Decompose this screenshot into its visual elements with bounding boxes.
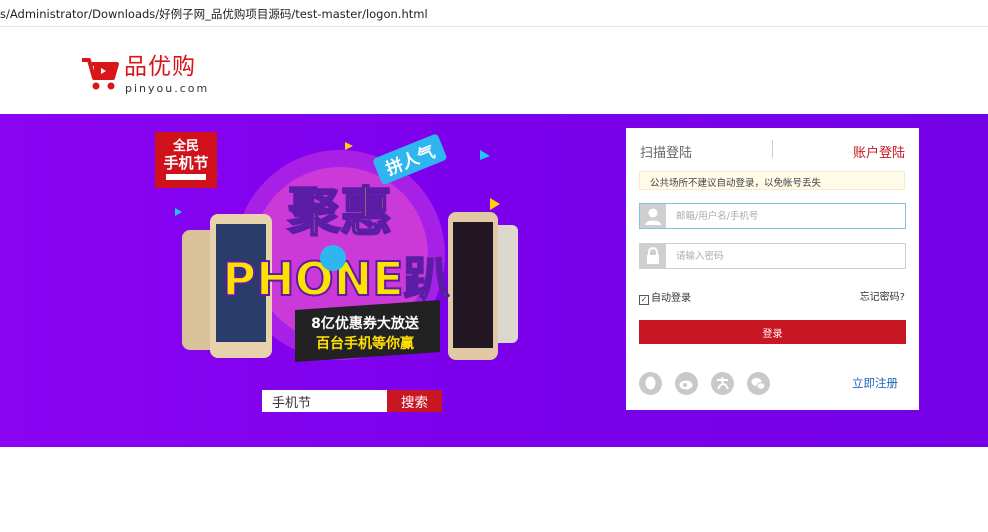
password-input[interactable] — [670, 244, 906, 268]
promo-badge-1: 全民 — [172, 138, 199, 154]
promo-badge-2: 手机节 — [163, 154, 208, 172]
tab-divider — [772, 140, 773, 158]
tab-scan-login[interactable]: 扫描登陆 — [640, 142, 692, 161]
login-button[interactable]: 登录 — [639, 320, 906, 344]
cart-icon — [82, 58, 119, 90]
auto-login[interactable]: ✓ 自动登录 — [639, 289, 691, 305]
user-icon — [640, 204, 666, 228]
username-input[interactable] — [670, 204, 906, 228]
lock-icon — [640, 244, 666, 268]
logo-domain: pinyou.com — [125, 82, 210, 95]
username-field — [639, 203, 906, 229]
weibo-icon[interactable] — [675, 372, 698, 395]
search-button[interactable]: 搜索 — [387, 390, 442, 412]
logo-name: 品优购 — [124, 54, 196, 80]
password-field — [639, 243, 906, 269]
address-bar[interactable]: s/Administrator/Downloads/好例子网_品优购项目源码/t… — [0, 0, 988, 27]
promo-headline: 聚惠 — [287, 183, 392, 243]
login-notice: 公共场所不建议自动登录，以免帐号丢失 — [639, 171, 905, 190]
search-input[interactable] — [262, 390, 387, 412]
tab-account-login[interactable]: 账户登陆 — [853, 142, 905, 161]
promo-banner[interactable]: 拼人气 聚惠 PHONE趴 8亿优惠券大放送 百台手机等你赢 全民 手机节 — [150, 130, 550, 380]
promo-ribbon-2: 百台手机等你赢 — [316, 335, 414, 352]
register-link[interactable]: 立即注册 — [852, 375, 898, 391]
alipay-icon[interactable] — [711, 372, 734, 395]
qq-icon[interactable] — [639, 372, 662, 395]
auto-login-label: 自动登录 — [651, 293, 691, 304]
login-panel: 扫描登陆 账户登陆 公共场所不建议自动登录，以免帐号丢失 ✓自动登录 忘记密码?… — [626, 128, 919, 410]
address-url[interactable]: s/Administrator/Downloads/好例子网_品优购项目源码/t… — [0, 6, 428, 22]
forgot-password-link[interactable]: 忘记密码? — [860, 288, 905, 303]
wechat-icon[interactable] — [747, 372, 770, 395]
promo-ribbon-1: 8亿优惠券大放送 — [311, 315, 420, 332]
search-box: 搜索 — [262, 390, 442, 412]
site-logo[interactable]: 品优购 pinyou.com — [80, 52, 220, 98]
auto-login-checkbox[interactable]: ✓ — [639, 295, 649, 305]
